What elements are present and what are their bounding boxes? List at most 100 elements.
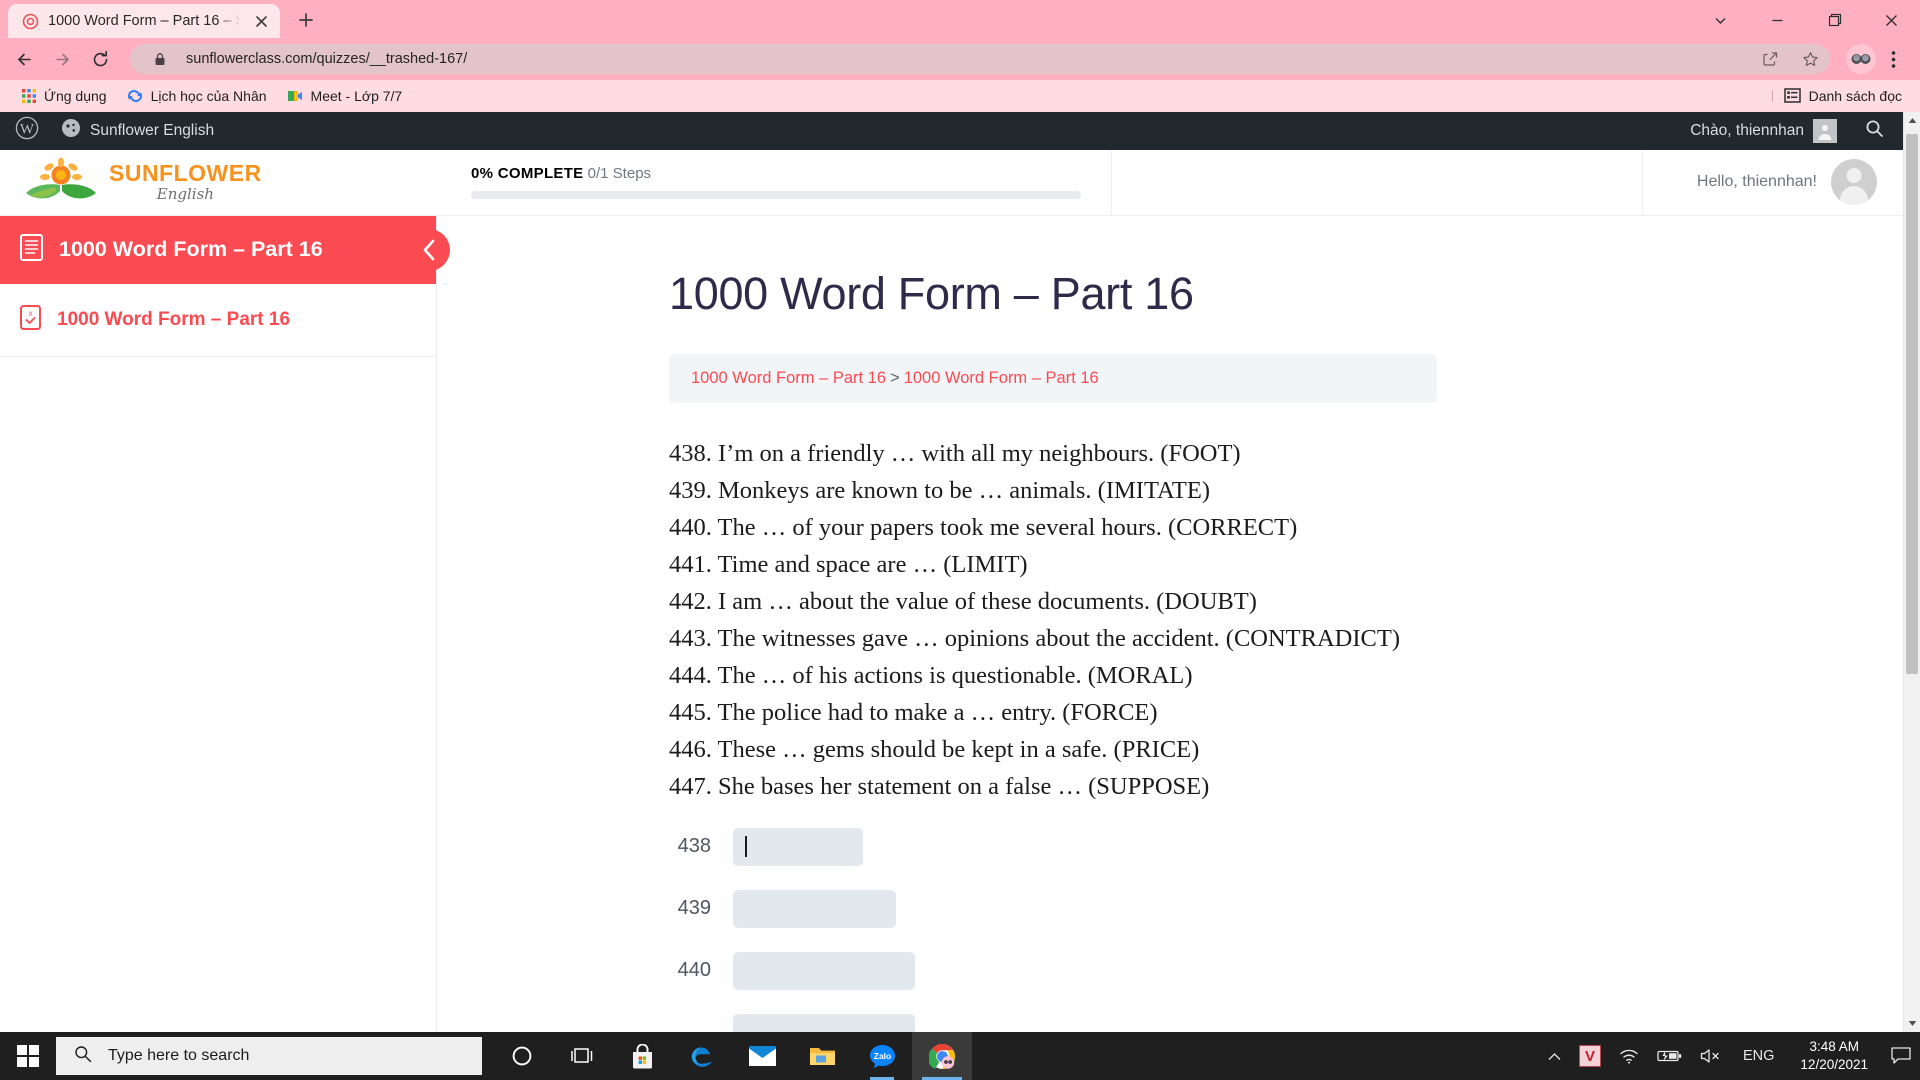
edge-icon[interactable] <box>672 1032 732 1080</box>
url-text: sunflowerclass.com/quizzes/__trashed-167… <box>186 51 468 68</box>
logo-zone: SUNFLOWER English <box>0 150 437 215</box>
answer-input-439[interactable] <box>733 889 896 928</box>
profile-avatar-button[interactable] <box>1846 44 1876 75</box>
progress-bar <box>471 191 1081 200</box>
search-icon <box>74 1045 92 1068</box>
taskbar-search-box[interactable]: Type here to search <box>56 1037 482 1075</box>
taskbar-icons: Zalo <box>492 1032 972 1080</box>
notification-icon[interactable] <box>1882 1032 1920 1080</box>
scroll-up-arrow-icon[interactable] <box>1904 112 1920 129</box>
sidebar-header[interactable]: 1000 Word Form – Part 16 <box>0 215 450 284</box>
bookmark-calendar[interactable]: Lịch học của Nhân <box>119 84 275 107</box>
chrome-menu-button[interactable] <box>1878 41 1908 77</box>
window-maximize-button[interactable] <box>1806 0 1863 40</box>
wordpress-logo-button[interactable]: W <box>6 112 48 150</box>
sidebar-item-quiz[interactable]: x 1000 Word Form – Part 16 <box>0 284 436 357</box>
scroll-down-arrow-icon[interactable] <box>1904 1015 1920 1032</box>
quiz-favicon <box>22 13 39 30</box>
question-line: 439. Monkeys are known to be … animals. … <box>669 476 1211 504</box>
dashboard-icon <box>61 118 81 143</box>
bookmark-label: Meet - Lớp 7/7 <box>310 87 403 104</box>
page-viewport: W Sunflower English Chào, thiennhan SUNF… <box>0 111 1920 1032</box>
page-scrollbar[interactable] <box>1903 111 1920 1032</box>
answer-row: 439 <box>669 889 1437 928</box>
answer-input-next[interactable] <box>733 1013 915 1032</box>
user-zone[interactable]: Hello, thiennhan! <box>1643 150 1903 215</box>
chrome-icon[interactable] <box>912 1032 972 1080</box>
bookmarks-bar: Ứng dụng Lịch học của Nhân Meet - Lớp 7/… <box>0 80 1920 112</box>
reload-button[interactable] <box>82 41 118 77</box>
site-logo[interactable]: SUNFLOWER English <box>22 157 262 208</box>
vietkey-icon[interactable]: V <box>1570 1032 1610 1080</box>
answer-fields: 438 439 440 <box>669 827 1437 1032</box>
wifi-icon[interactable] <box>1610 1032 1648 1080</box>
forward-button[interactable] <box>44 41 80 77</box>
logo-main-text: SUNFLOWER <box>109 160 262 187</box>
share-icon[interactable] <box>1756 45 1784 73</box>
window-controls <box>1692 0 1920 40</box>
microsoft-store-icon[interactable] <box>612 1032 672 1080</box>
account-menu[interactable]: Chào, thiennhan <box>1681 112 1846 150</box>
bookmark-meet[interactable]: Meet - Lớp 7/7 <box>279 84 411 107</box>
breadcrumb: 1000 Word Form – Part 16 >1000 Word Form … <box>669 353 1437 403</box>
answer-row: 438 <box>669 827 1437 866</box>
reading-list-label: Danh sách đọc <box>1808 87 1902 104</box>
avatar <box>1813 118 1837 143</box>
back-button[interactable] <box>6 41 42 77</box>
scrollbar-thumb[interactable] <box>1906 133 1918 674</box>
clock[interactable]: 3:48 AM 12/20/2021 <box>1786 1032 1882 1080</box>
chrome-window: 1000 Word Form – Part 16 – Sunf <box>0 0 1920 1032</box>
window-close-button[interactable] <box>1863 0 1920 40</box>
battery-charging-icon[interactable] <box>1648 1032 1691 1080</box>
task-view-icon[interactable] <box>552 1032 612 1080</box>
search-button[interactable] <box>1856 112 1893 150</box>
question-line: 445. The police had to make a … entry. (… <box>669 698 1158 726</box>
course-progress: 0% COMPLETE 0/1 Steps <box>437 149 1112 215</box>
progress-label: 0% COMPLETE 0/1 Steps <box>471 165 1095 182</box>
cortana-icon[interactable] <box>492 1032 552 1080</box>
apps-grid-icon <box>20 87 37 104</box>
course-sidebar: 1000 Word Form – Part 16 x 1000 Word For… <box>0 215 450 1032</box>
main-content: 1000 Word Form – Part 16 1000 Word Form … <box>437 216 1903 1032</box>
question-line: 444. The … of his actions is questionabl… <box>669 661 1193 689</box>
question-list: 438. I’m on a friendly … with all my nei… <box>669 436 1437 806</box>
question-line: 442. I am … about the value of these doc… <box>669 587 1257 615</box>
chevron-left-icon[interactable] <box>408 228 450 271</box>
svg-text:W: W <box>20 122 35 138</box>
breadcrumb-link-course[interactable]: 1000 Word Form – Part 16 <box>691 369 886 387</box>
star-icon[interactable] <box>1796 45 1824 73</box>
answer-input-440[interactable] <box>733 951 915 990</box>
address-bar[interactable]: sunflowerclass.com/quizzes/__trashed-167… <box>130 44 1830 75</box>
logo-text: SUNFLOWER English <box>109 162 262 202</box>
site-name-label: Sunflower English <box>90 121 215 139</box>
header-spacer <box>1112 149 1643 215</box>
wordpress-logo: W <box>15 116 39 145</box>
minimize-tab-search-icon[interactable] <box>1692 0 1749 40</box>
language-indicator[interactable]: ENG <box>1731 1032 1786 1080</box>
progress-steps: 0/1 Steps <box>587 165 652 183</box>
volume-muted-icon[interactable] <box>1691 1032 1731 1080</box>
browser-tab[interactable]: 1000 Word Form – Part 16 – Sunf <box>8 4 280 39</box>
lock-icon <box>146 45 174 73</box>
question-line: 440. The … of your papers took me severa… <box>669 513 1298 541</box>
tab-close-icon[interactable] <box>250 10 272 32</box>
reading-list-button[interactable]: Danh sách đọc <box>1771 85 1910 107</box>
meet-icon <box>287 87 304 104</box>
user-avatar[interactable] <box>1831 159 1877 206</box>
answer-input-438[interactable] <box>733 827 863 866</box>
tray-overflow-button[interactable] <box>1539 1032 1570 1080</box>
answer-number: 439 <box>677 897 711 920</box>
question-line: 443. The witnesses gave … opinions about… <box>669 624 1401 652</box>
mail-icon[interactable] <box>732 1032 792 1080</box>
site-name-button[interactable]: Sunflower English <box>52 112 223 150</box>
window-minimize-button[interactable] <box>1749 0 1806 40</box>
new-tab-button[interactable] <box>289 3 323 37</box>
logo-sub-text: English <box>156 185 214 204</box>
file-explorer-icon[interactable] <box>792 1032 852 1080</box>
bookmark-apps[interactable]: Ứng dụng <box>12 84 115 107</box>
answer-number: 438 <box>677 835 711 858</box>
windows-start-icon[interactable] <box>0 1032 56 1080</box>
svg-text:Zalo: Zalo <box>873 1051 890 1061</box>
breadcrumb-link-quiz[interactable]: 1000 Word Form – Part 16 <box>904 369 1099 387</box>
zalo-icon[interactable]: Zalo <box>852 1032 912 1080</box>
